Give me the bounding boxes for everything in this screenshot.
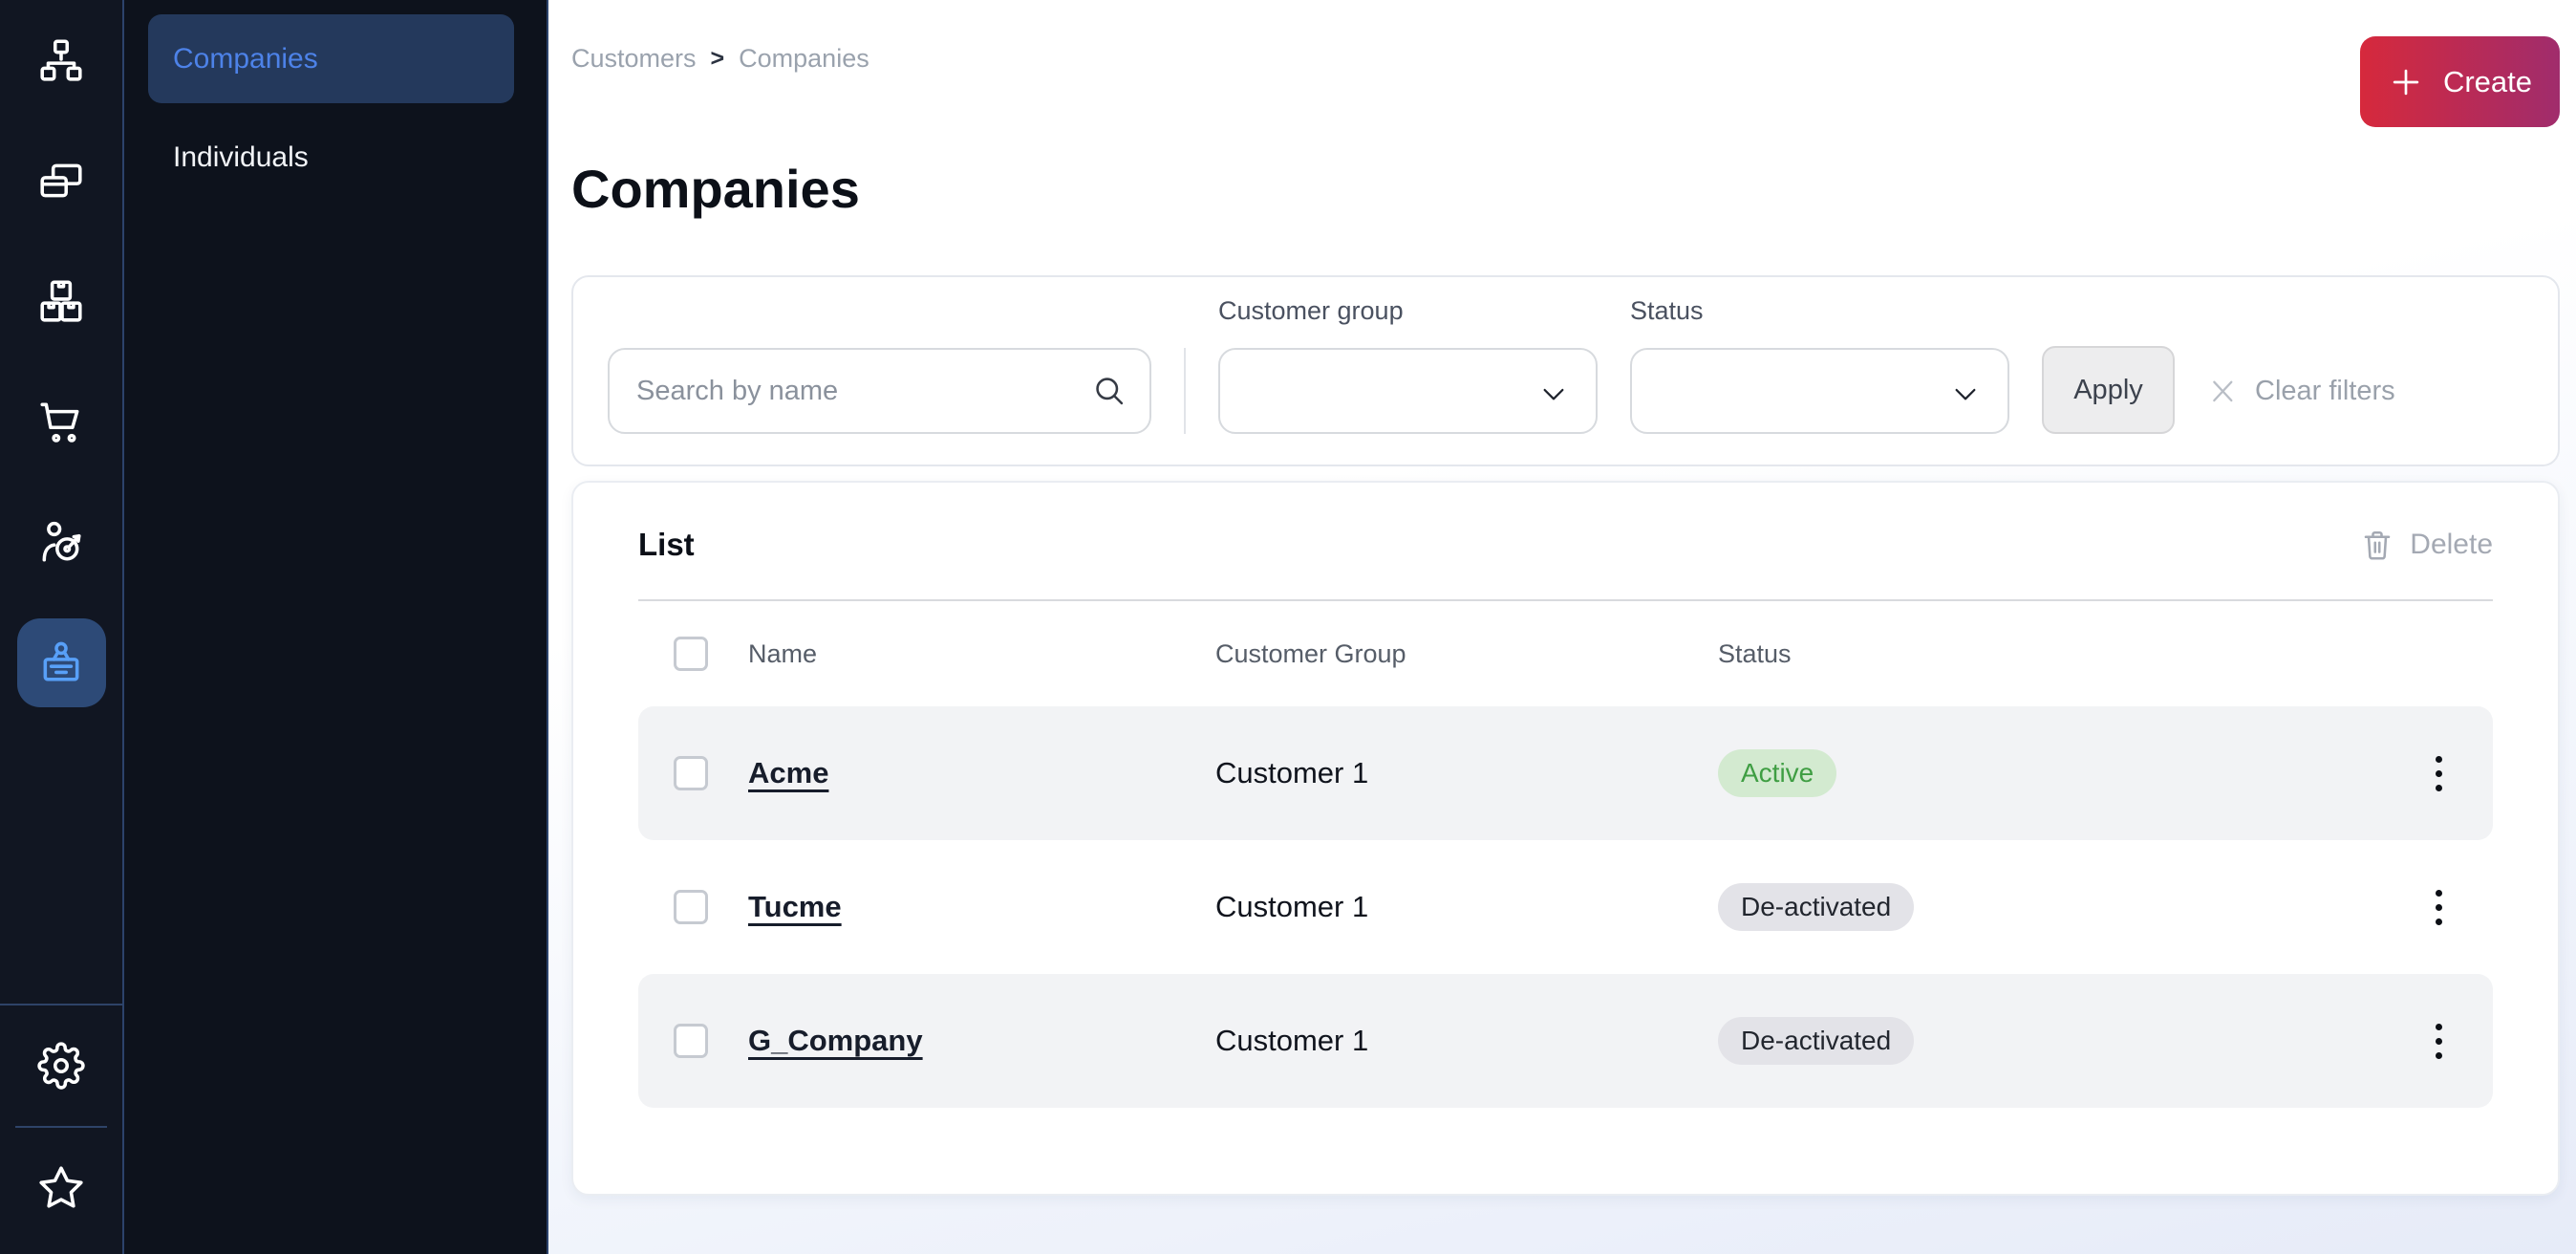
- customers-badge-icon: [37, 638, 85, 686]
- sidebar-item-label: Individuals: [173, 141, 309, 174]
- plus-icon: [2388, 64, 2424, 100]
- search-box: [608, 348, 1151, 434]
- sidebar-item-customers[interactable]: [0, 602, 122, 723]
- customer-group-label: Customer group: [1218, 296, 1598, 326]
- company-name-link[interactable]: Acme: [748, 756, 1175, 790]
- search-input[interactable]: [608, 348, 1151, 434]
- shopping-cart-icon: [37, 398, 85, 445]
- customer-group-select[interactable]: [1218, 348, 1598, 434]
- active-nav-tile: [17, 618, 106, 707]
- sitemap-icon: [37, 36, 85, 84]
- list-title: List: [638, 527, 695, 563]
- app-root: Companies Individuals Customers > Compan…: [0, 0, 2576, 1254]
- status-badge: Active: [1718, 749, 1836, 797]
- close-icon: [2207, 376, 2238, 406]
- status-select[interactable]: [1630, 348, 2009, 434]
- list-card: List Delete Name Customer Group Status: [571, 481, 2560, 1196]
- customer-group-cell: Customer 1: [1215, 1024, 1678, 1058]
- sidebar-item-settings[interactable]: [0, 1005, 122, 1126]
- filter-card: Customer group Status Apply Clear filter…: [571, 275, 2560, 466]
- sidebar-item-companies[interactable]: Companies: [148, 14, 514, 103]
- billing-cards-icon: [37, 157, 85, 205]
- table-row: G_Company Customer 1 De-activated: [638, 974, 2493, 1108]
- packages-icon: [37, 277, 85, 325]
- breadcrumb: Customers > Companies: [571, 44, 869, 74]
- crm-target-icon: [37, 518, 85, 566]
- table-row: Acme Customer 1 Active: [638, 706, 2493, 840]
- topbar: Customers > Companies Create: [571, 0, 2560, 127]
- chevron-down-icon: [1950, 378, 1981, 409]
- breadcrumb-customers[interactable]: Customers: [571, 44, 697, 74]
- main-content: Customers > Companies Create Companies C…: [548, 0, 2576, 1254]
- clear-filters-label: Clear filters: [2255, 376, 2395, 407]
- secondary-sidebar: Companies Individuals: [124, 0, 548, 1254]
- table-row: Tucme Customer 1 De-activated: [638, 840, 2493, 974]
- row-checkbox[interactable]: [674, 890, 708, 924]
- row-checkbox[interactable]: [674, 1024, 708, 1058]
- status-badge: De-activated: [1718, 1017, 1914, 1065]
- sidebar-item-orders[interactable]: [0, 361, 122, 482]
- list-header: List Delete: [638, 527, 2493, 563]
- company-name-link[interactable]: Tucme: [748, 890, 1175, 924]
- favorites-star-icon: [37, 1164, 85, 1212]
- customer-group-field: Customer group: [1218, 296, 1598, 434]
- row-actions-kebab[interactable]: [2419, 1018, 2458, 1065]
- filter-divider: [1184, 348, 1186, 434]
- customer-group-cell: Customer 1: [1215, 890, 1678, 924]
- rail-bottom-cluster: [0, 1004, 122, 1248]
- apply-button[interactable]: Apply: [2042, 346, 2175, 434]
- create-button[interactable]: Create: [2360, 36, 2560, 127]
- company-name-link[interactable]: G_Company: [748, 1024, 1175, 1058]
- page-title: Companies: [571, 160, 2560, 219]
- sidebar-item-packages[interactable]: [0, 241, 122, 361]
- delete-label: Delete: [2410, 529, 2493, 561]
- delete-button[interactable]: Delete: [2360, 528, 2493, 562]
- sidebar-item-individuals[interactable]: Individuals: [148, 113, 514, 202]
- breadcrumb-companies[interactable]: Companies: [739, 44, 869, 74]
- trash-icon: [2360, 528, 2394, 562]
- sidebar-item-crm[interactable]: [0, 482, 122, 602]
- column-header-customer-group: Customer Group: [1215, 639, 1678, 669]
- clear-filters-button[interactable]: Clear filters: [2207, 348, 2395, 434]
- row-checkbox[interactable]: [674, 756, 708, 790]
- status-label: Status: [1630, 296, 2009, 326]
- status-badge: De-activated: [1718, 883, 1914, 931]
- column-header-name: Name: [748, 639, 1175, 669]
- column-header-status: Status: [1718, 639, 2379, 669]
- settings-gear-icon: [37, 1042, 85, 1090]
- sidebar-item-favorites[interactable]: [0, 1128, 122, 1248]
- create-button-label: Create: [2443, 65, 2532, 99]
- search-icon: [1092, 374, 1127, 408]
- customer-group-cell: Customer 1: [1215, 756, 1678, 790]
- status-field: Status: [1630, 296, 2009, 434]
- chevron-down-icon: [1538, 378, 1569, 409]
- icon-rail: [0, 0, 124, 1254]
- sidebar-item-billing[interactable]: [0, 120, 122, 241]
- row-actions-kebab[interactable]: [2419, 884, 2458, 931]
- select-all-checkbox[interactable]: [674, 637, 708, 671]
- breadcrumb-separator: >: [711, 45, 725, 73]
- table-header-row: Name Customer Group Status: [638, 601, 2493, 706]
- sidebar-item-label: Companies: [173, 43, 318, 76]
- row-actions-kebab[interactable]: [2419, 750, 2458, 797]
- sidebar-item-sitemap[interactable]: [0, 0, 122, 120]
